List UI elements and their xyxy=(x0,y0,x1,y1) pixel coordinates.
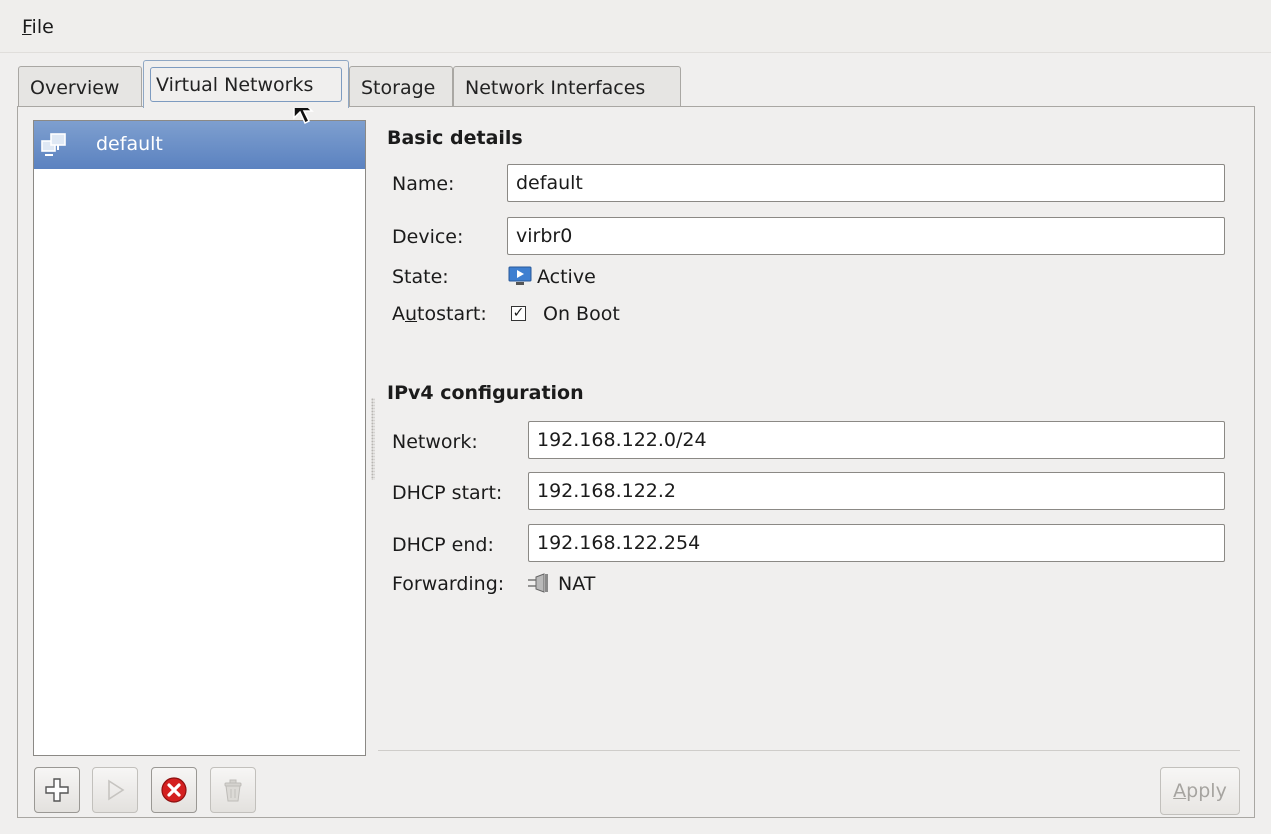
monitor-active-icon xyxy=(508,266,532,285)
dhcp-start-label: DHCP start: xyxy=(392,482,503,504)
dhcp-end-label: DHCP end: xyxy=(392,534,494,556)
delete-network-button[interactable] xyxy=(210,767,256,813)
autostart-checkbox[interactable]: ✓ xyxy=(511,306,526,321)
network-label: Network: xyxy=(392,431,478,453)
apply-button[interactable]: Apply xyxy=(1160,767,1240,815)
network-name: default xyxy=(96,133,163,155)
dhcp-start-field[interactable]: 192.168.122.2 xyxy=(528,472,1225,510)
device-field[interactable]: virbr0 xyxy=(507,217,1225,255)
list-item[interactable]: default xyxy=(34,121,365,169)
start-network-button[interactable] xyxy=(92,767,138,813)
separator xyxy=(378,750,1240,751)
name-field[interactable]: default xyxy=(507,164,1225,202)
tab-virtual-networks[interactable]: Virtual Networks xyxy=(143,60,349,108)
play-icon xyxy=(108,779,125,801)
dhcp-end-field[interactable]: 192.168.122.254 xyxy=(528,524,1225,562)
trash-icon xyxy=(224,779,242,802)
device-label: Device: xyxy=(392,226,464,248)
network-field[interactable]: 192.168.122.0/24 xyxy=(528,421,1225,459)
autostart-value[interactable]: On Boot xyxy=(543,303,620,325)
network-list[interactable]: default xyxy=(33,120,366,756)
menu-bar: File xyxy=(0,0,1271,53)
ipv4-heading: IPv4 configuration xyxy=(387,382,584,404)
network-icon xyxy=(41,133,66,156)
state-label: State: xyxy=(392,266,449,288)
stop-network-button[interactable] xyxy=(151,767,197,813)
basic-details-heading: Basic details xyxy=(387,127,523,149)
plus-icon xyxy=(45,778,69,802)
forwarding-label: Forwarding: xyxy=(392,573,505,595)
tab-storage[interactable]: Storage xyxy=(349,66,453,106)
name-label: Name: xyxy=(392,173,455,195)
red-x-icon xyxy=(161,777,187,803)
menu-file[interactable]: File xyxy=(22,16,54,38)
nat-plug-icon xyxy=(528,573,548,593)
tab-network-interfaces[interactable]: Network Interfaces xyxy=(453,66,681,106)
pane-resize-handle[interactable] xyxy=(371,398,375,480)
tab-overview[interactable]: Overview xyxy=(18,66,142,106)
forwarding-value: NAT xyxy=(558,573,596,595)
state-value: Active xyxy=(537,266,596,288)
autostart-label: Autostart: xyxy=(392,303,487,325)
add-network-button[interactable] xyxy=(34,767,80,813)
